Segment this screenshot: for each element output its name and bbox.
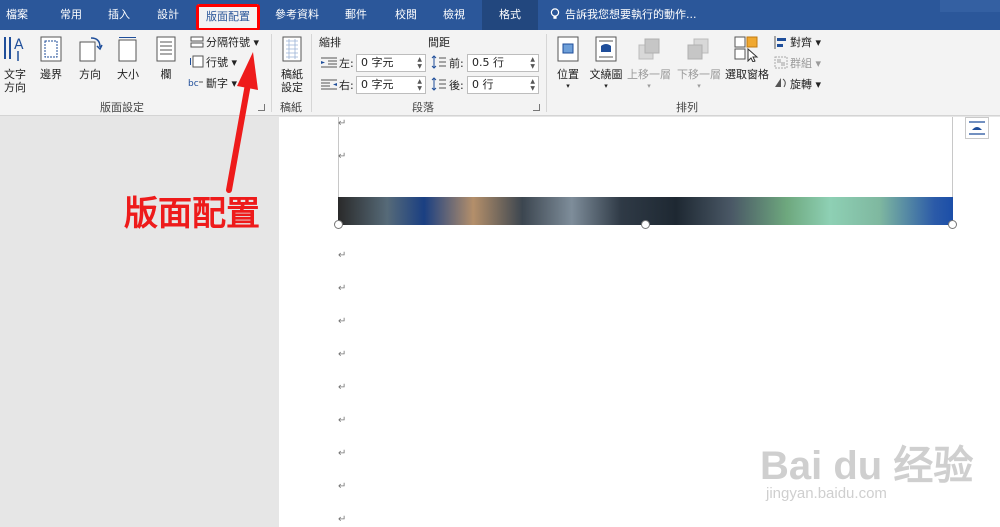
annotation-label: 版面配置 [124, 194, 260, 234]
watermark-url: jingyan.baidu.com [766, 485, 887, 502]
baidu-watermark: Bai du 经验 jingyan.baidu.com [760, 433, 973, 513]
word-window: 檔案 常用 插入 設計 版面配置 參考資料 郵件 校閱 檢視 格式 告訴我您想要… [0, 0, 1000, 527]
watermark-logo: Bai du 经验 [760, 444, 974, 488]
